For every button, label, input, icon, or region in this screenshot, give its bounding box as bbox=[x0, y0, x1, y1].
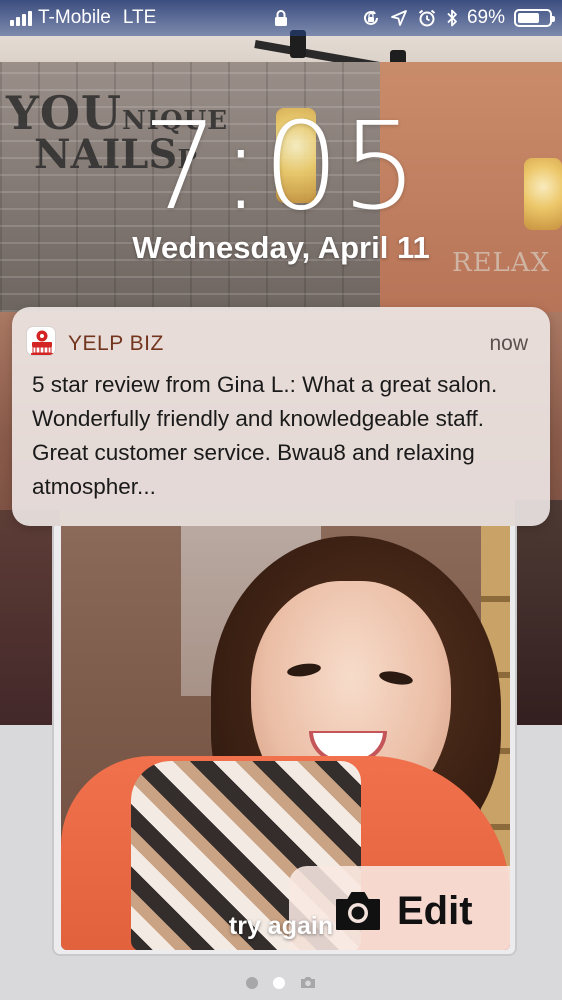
notification-time: now bbox=[489, 332, 528, 355]
wallpaper-counter bbox=[0, 510, 60, 725]
notification-app-name: YELP BIZ bbox=[68, 332, 164, 355]
page-indicator[interactable] bbox=[0, 976, 562, 989]
bluetooth-icon bbox=[447, 9, 457, 27]
yelp-biz-icon bbox=[26, 326, 56, 356]
page-dot[interactable] bbox=[246, 976, 258, 989]
camera-preview-photo: Edit bbox=[61, 526, 510, 950]
status-bar: T-Mobile LTE 69% bbox=[0, 0, 562, 36]
notification-header: YELP BIZ now bbox=[26, 324, 528, 360]
status-bar-right: 69% bbox=[361, 7, 555, 29]
network-type: LTE bbox=[122, 7, 157, 28]
battery-icon bbox=[514, 9, 555, 27]
signal-bars-icon bbox=[10, 10, 32, 26]
status-bar-left: T-Mobile LTE bbox=[10, 7, 156, 29]
try-again-label[interactable]: try again bbox=[0, 912, 562, 941]
lock-screen-date: Wednesday, April 11 bbox=[132, 230, 430, 265]
battery-level bbox=[518, 13, 539, 23]
lock-screen-time: 7:05 bbox=[142, 98, 420, 237]
camera-preview-card[interactable]: Edit bbox=[52, 526, 517, 956]
carrier-name: T-Mobile bbox=[38, 7, 111, 28]
wallpaper-counter bbox=[515, 500, 562, 725]
battery-percent: 69% bbox=[466, 7, 505, 28]
alarm-clock-icon bbox=[418, 9, 436, 27]
rotation-lock-icon bbox=[363, 10, 378, 25]
page-dot-active[interactable] bbox=[273, 976, 285, 989]
notification-message: 5 star review from Gina L.: What a great… bbox=[32, 372, 498, 499]
lock-icon bbox=[275, 10, 287, 26]
location-arrow-icon bbox=[391, 10, 407, 26]
camera-icon[interactable] bbox=[300, 976, 316, 989]
yelp-notification[interactable]: YELP BIZ now 5 star review from Gina L.:… bbox=[12, 307, 550, 526]
